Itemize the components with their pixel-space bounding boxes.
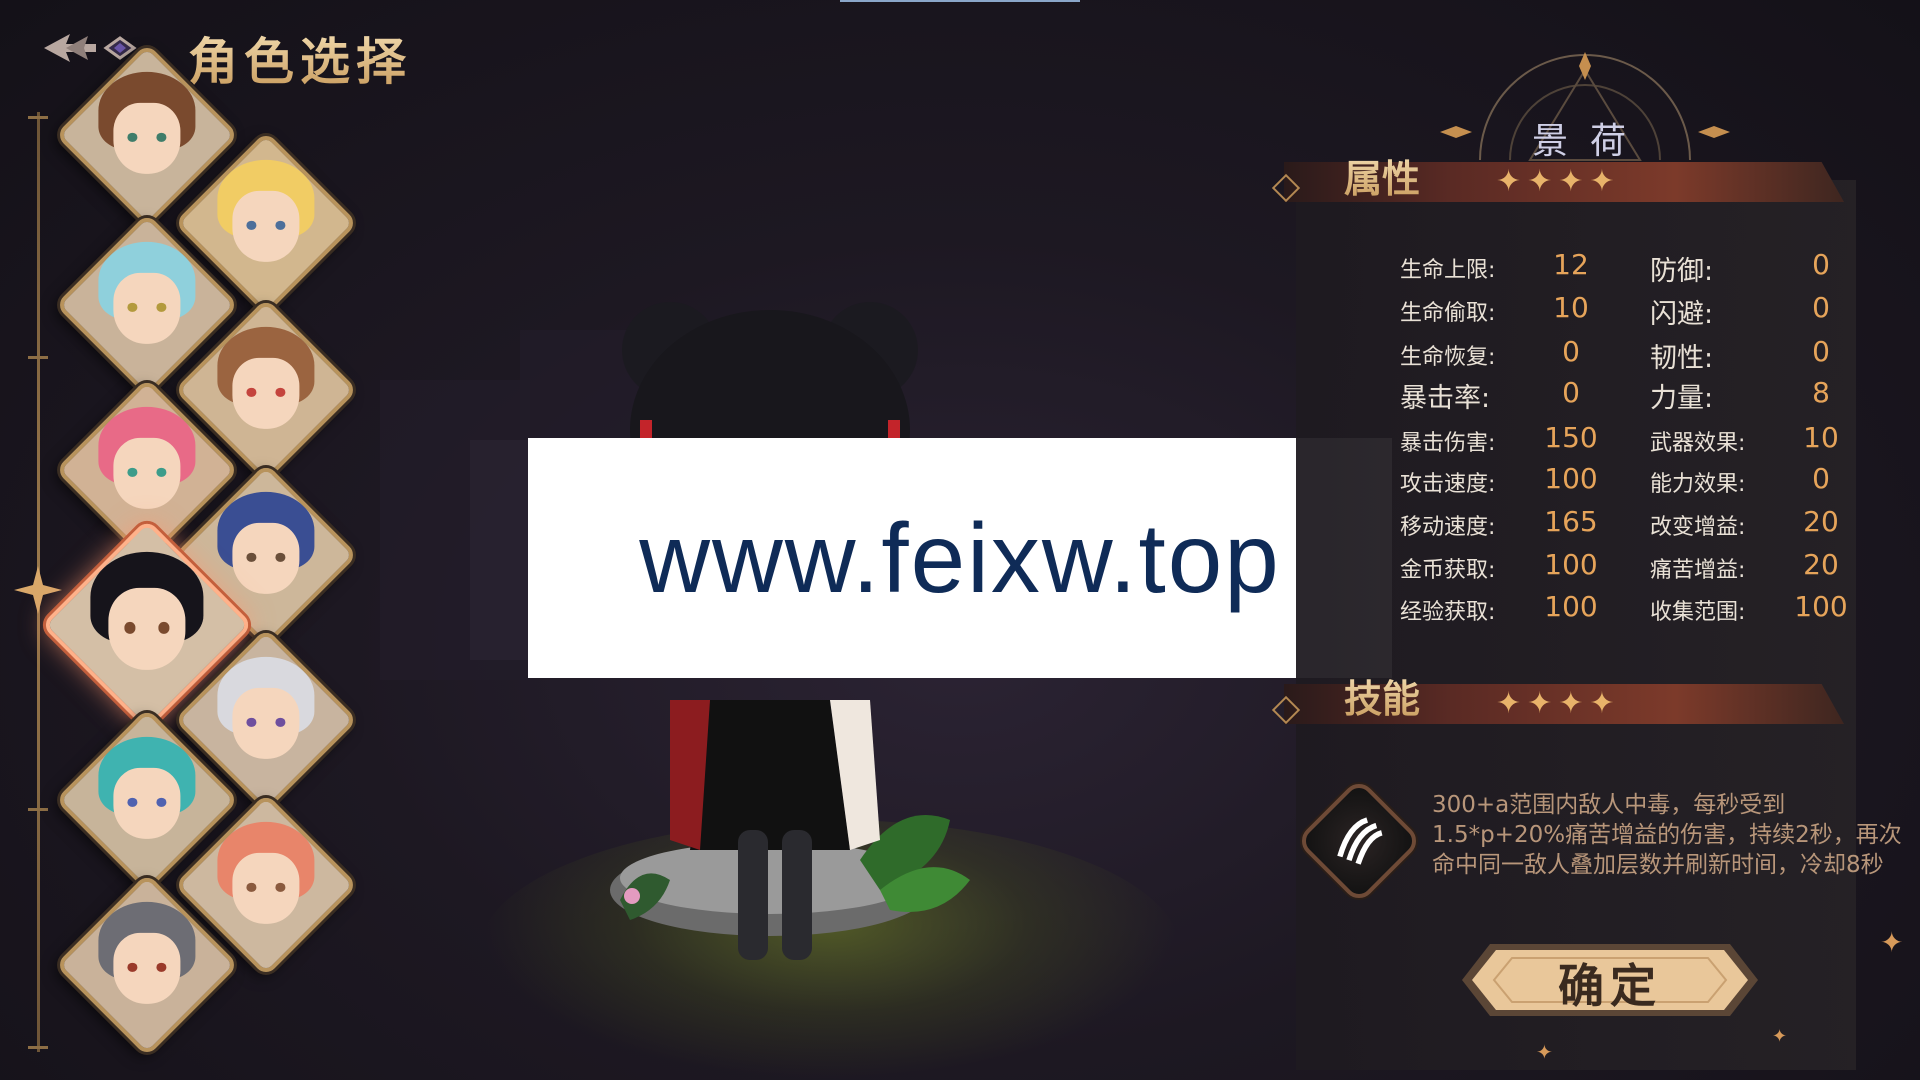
stat-label: 金币获取:: [1400, 558, 1496, 583]
stat-value: 12: [1553, 248, 1589, 281]
stat-label: 闪避:: [1650, 299, 1714, 330]
stat-label: 生命恢复:: [1400, 345, 1496, 370]
stat-value: 0: [1562, 335, 1580, 368]
stat-label: 生命上限:: [1400, 258, 1496, 283]
sparkle-icon: ✦: [1536, 1040, 1553, 1064]
stat-value: 20: [1803, 505, 1839, 538]
stat-label: 能力效果:: [1650, 472, 1746, 497]
stat-value: 20: [1803, 548, 1839, 581]
rail-tick: [28, 356, 48, 359]
top-indicator: [840, 0, 1080, 2]
stat-value: 0: [1812, 335, 1830, 368]
rating-stars-icon: ✦✦✦✦: [1496, 164, 1621, 199]
stat-label: 暴击伤害:: [1400, 431, 1496, 456]
stat-value: 100: [1544, 462, 1598, 495]
stat-value: 10: [1553, 291, 1589, 324]
stat-value: 0: [1812, 248, 1830, 281]
stat-value: 100: [1794, 590, 1848, 623]
skills-title: 技能: [1344, 668, 1420, 723]
stat-label: 改变增益:: [1650, 515, 1746, 540]
stat-value: 0: [1812, 462, 1830, 495]
character-name: 景荷: [1531, 121, 1648, 162]
attributes-title: 属性: [1344, 148, 1420, 203]
stat-label: 攻击速度:: [1400, 472, 1496, 497]
sparkle-icon: ✦: [1880, 926, 1904, 959]
stat-value: 0: [1812, 291, 1830, 324]
watermark-banner: www.feixw.top: [528, 438, 1392, 678]
stat-label: 经验获取:: [1400, 600, 1496, 625]
stat-value: 8: [1812, 376, 1830, 409]
stat-value: 100: [1544, 590, 1598, 623]
page-title: 角色选择: [188, 22, 412, 94]
stat-label: 暴击率:: [1400, 383, 1491, 414]
stat-value: 10: [1803, 421, 1839, 454]
rating-stars-icon: ✦✦✦✦: [1496, 686, 1621, 721]
stat-label: 移动速度:: [1400, 515, 1496, 540]
rail-tick: [28, 808, 48, 811]
stat-label: 韧性:: [1650, 343, 1714, 374]
watermark-text: www.feixw.top: [639, 502, 1281, 613]
stat-label: 痛苦增益:: [1650, 558, 1746, 583]
rail-tick: [28, 116, 48, 119]
background-building: [470, 440, 530, 660]
rail-position-star-icon: [14, 566, 62, 614]
stat-label: 武器效果:: [1650, 431, 1746, 456]
stat-label: 收集范围:: [1650, 600, 1746, 625]
stat-label: 生命偷取:: [1400, 301, 1496, 326]
stat-value: 150: [1544, 421, 1598, 454]
stat-value: 100: [1544, 548, 1598, 581]
rail-tick: [28, 1046, 48, 1049]
stat-value: 0: [1562, 376, 1580, 409]
confirm-button-label: 确定: [1558, 959, 1662, 1013]
skill-description: 300+a范围内敌人中毒，每秒受到1.5*p+20%痛苦增益的伤害，持续2秒，再…: [1432, 792, 1902, 878]
stat-value: 165: [1544, 505, 1598, 538]
stat-label: 力量:: [1650, 383, 1714, 414]
stat-label: 防御:: [1650, 256, 1714, 287]
sparkle-icon: ✦: [1772, 1026, 1788, 1047]
